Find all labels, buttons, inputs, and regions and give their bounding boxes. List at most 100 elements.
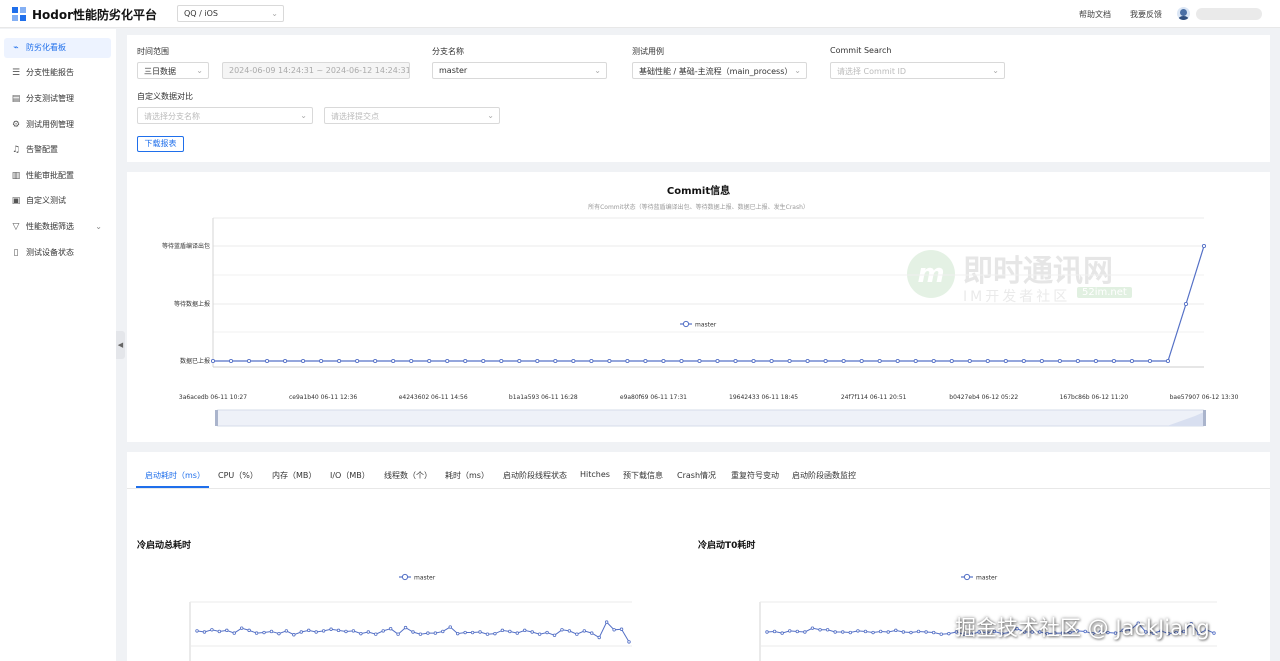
user-name-blurred[interactable]: [1196, 8, 1262, 20]
custom-compare-label: 自定义数据对比: [137, 92, 193, 101]
data-point: [818, 628, 822, 632]
data-point: [262, 630, 266, 635]
sidebar-item-2[interactable]: ▤ 分支测试管理: [4, 89, 111, 109]
data-point: [228, 358, 234, 364]
data-point: [582, 629, 587, 633]
data-point: [508, 629, 512, 634]
data-point: [604, 620, 609, 624]
chevron-down-icon: ⌄: [594, 66, 601, 75]
data-point: [985, 358, 990, 364]
data-point: [597, 635, 601, 640]
data-point: [1057, 358, 1062, 364]
data-point: [254, 631, 259, 635]
sidebar-item-label: 分支测试管理: [26, 94, 74, 103]
data-point: [478, 630, 482, 634]
list-icon: ☰: [11, 68, 21, 78]
footer-watermark: 掘金技术社区 @ JackJiang: [955, 616, 1210, 640]
data-point: [1111, 358, 1116, 364]
app-selector-value: QQ / iOS: [184, 9, 218, 18]
data-point: [679, 358, 684, 364]
custom-commit-select[interactable]: 请选择提交点 ⌄: [324, 107, 500, 124]
data-point: [913, 358, 918, 364]
sidebar-item-label: 测试用例管理: [26, 120, 74, 129]
data-point: [225, 628, 229, 633]
data-point: [607, 358, 612, 364]
chevron-down-icon: ⌄: [487, 111, 494, 120]
data-point: [500, 628, 505, 633]
sidebar-item-6[interactable]: ▣ 自定义测试: [4, 191, 111, 211]
sidebar-item-label: 性能数据筛选: [26, 222, 74, 231]
test-case-select[interactable]: 基础性能 / 基础-主流程（main_process） ⌄: [632, 62, 807, 79]
data-point: [545, 630, 549, 635]
custom-branch-select[interactable]: 请选择分支名称 ⌄: [137, 107, 313, 124]
data-point: [269, 629, 274, 634]
sidebar-collapse-button[interactable]: ◀: [116, 331, 125, 359]
data-point: [232, 631, 236, 635]
commit-status-chart[interactable]: 数据已上报 等待数据上报 等待蓝盾编译出包 3a6acedb 06-11 10:27 c…: [127, 172, 1270, 442]
chevron-down-icon: ⌄: [794, 66, 801, 75]
data-point: [567, 629, 572, 633]
download-report-button[interactable]: 下载报表: [137, 136, 184, 152]
user-avatar[interactable]: [1177, 7, 1190, 20]
data-point: [355, 358, 360, 364]
data-point: [284, 629, 289, 633]
chevron-down-icon: ⌄: [196, 66, 203, 75]
data-point: [894, 628, 898, 633]
time-range-select[interactable]: 三日数据 ⌄: [137, 62, 209, 79]
feedback-link[interactable]: 我要反馈: [1130, 9, 1162, 20]
data-point: [1201, 243, 1207, 249]
data-point: [788, 629, 792, 633]
data-point: [841, 630, 845, 634]
data-point: [463, 630, 467, 635]
data-point: [848, 630, 853, 635]
chevron-down-icon: ⌄: [300, 111, 307, 120]
app-selector[interactable]: QQ / iOS ⌄: [177, 5, 284, 22]
data-point: [1093, 358, 1098, 364]
data-point: [485, 632, 490, 636]
data-point: [373, 358, 378, 364]
data-point: [823, 358, 828, 364]
branch-select[interactable]: master ⌄: [432, 62, 607, 79]
sidebar-item-7[interactable]: ▽ 性能数据筛选 ⌄: [4, 217, 111, 237]
data-point: [909, 630, 913, 635]
commit-search-select[interactable]: 请选择 Commit ID ⌄: [830, 62, 1005, 79]
data-point: [697, 358, 702, 364]
data-point: [210, 628, 214, 632]
device-icon: ▯: [13, 248, 19, 258]
custom-branch-placeholder: 请选择分支名称: [144, 112, 200, 121]
x-tick-label: b1a1a593 06-11 16:28: [509, 394, 578, 401]
sidebar-item-label: 告警配置: [26, 145, 58, 154]
legend-label: master: [976, 575, 998, 582]
help-docs-link[interactable]: 帮助文档: [1079, 9, 1111, 20]
legend-label: master: [414, 575, 436, 582]
data-point: [825, 628, 830, 632]
data-point: [878, 629, 883, 634]
data-point: [787, 358, 792, 364]
branch-value: master: [439, 66, 468, 75]
data-point: [445, 358, 450, 364]
approval-icon: ▥: [11, 171, 21, 181]
chevron-down-icon: ⌄: [271, 9, 278, 18]
commit-search-placeholder: 请选择 Commit ID: [837, 67, 907, 76]
test-case-value: 基础性能 / 基础-主流程（main_process）: [639, 67, 793, 76]
sidebar-item-3[interactable]: ⚙ 测试用例管理: [4, 115, 111, 135]
sidebar-item-4[interactable]: ♫ 告警配置: [4, 140, 111, 160]
data-point: [1021, 358, 1026, 364]
data-point: [871, 630, 875, 635]
line-chart-icon: ⌁: [13, 43, 19, 53]
sidebar-item-8[interactable]: ▯ 测试设备状态: [4, 243, 111, 263]
tasks-icon: ▤: [11, 94, 21, 104]
data-point: [931, 358, 936, 364]
data-point: [715, 358, 720, 364]
sidebar-item-0[interactable]: ⌁ 防劣化看板: [4, 38, 111, 58]
data-point: [337, 358, 342, 364]
data-point: [530, 630, 534, 634]
data-point: [307, 628, 311, 633]
data-point: [886, 630, 890, 634]
sidebar-item-label: 自定义测试: [26, 196, 66, 205]
sidebar-item-5[interactable]: ▥ 性能审批配置: [4, 166, 111, 186]
sidebar-item-1[interactable]: ☰ 分支性能报告: [4, 63, 111, 83]
data-point: [552, 633, 557, 637]
data-point: [537, 632, 542, 636]
data-point: [292, 633, 296, 637]
